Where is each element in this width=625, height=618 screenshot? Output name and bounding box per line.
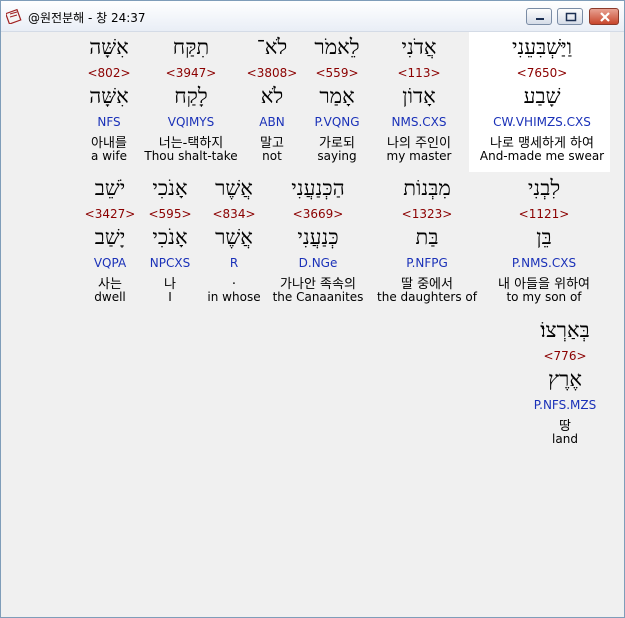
hebrew-root: אֶרֶץ: [548, 367, 582, 391]
english-gloss: I: [168, 290, 172, 304]
english-gloss: in whose: [207, 290, 261, 304]
parse-code: R: [229, 256, 239, 270]
hebrew-root: אָמַר: [319, 84, 355, 108]
parse-code: ABN: [259, 115, 285, 129]
strong-number: <113>: [397, 66, 441, 80]
hebrew-word: אִשָּׁה: [89, 35, 129, 59]
hebrew-word: תִקַּח: [172, 35, 210, 59]
hebrew-word: אֲדֹנִי: [401, 35, 437, 59]
english-gloss: a wife: [91, 149, 127, 163]
hebrew-word: בְּאַרְצוֹ׃: [540, 318, 590, 342]
korean-gloss: .: [231, 273, 237, 288]
close-icon: [600, 12, 610, 22]
parse-code: NFS: [97, 115, 121, 129]
hebrew-root: בֵּן: [536, 225, 552, 249]
title-bar[interactable]: @원전분해 - 창 24:37: [1, 1, 624, 32]
english-gloss: Thou shalt-take: [144, 149, 238, 163]
hebrew-word: לֹא־: [256, 35, 288, 59]
english-gloss: not: [262, 149, 282, 163]
hebrew-root: כְּנַעֲנִי: [297, 225, 339, 249]
parse-code: P.VQNG: [314, 115, 360, 129]
app-window: @원전분해 - 창 24:37 וַיַּשְׁבִּעֵנִי <7650> …: [0, 0, 625, 618]
minimize-button[interactable]: [526, 8, 552, 25]
parse-code: P.NFS.MZS: [533, 398, 597, 412]
minimize-icon: [536, 18, 544, 20]
strong-number: <802>: [87, 66, 131, 80]
hebrew-word: לִבְנִי: [527, 176, 561, 200]
hebrew-word: וַיַּשְׁבִּעֵנִי: [511, 35, 573, 59]
hebrew-root: שָׁבַע: [523, 84, 561, 108]
verse-analysis-panel[interactable]: וַיַּשְׁבִּעֵנִי <7650> שָׁבַע CW.VHIMZS…: [6, 32, 617, 610]
english-gloss: And-made me swear: [479, 149, 605, 163]
hebrew-root: אִשָּׁה: [89, 84, 129, 108]
strong-number: <1323>: [401, 207, 453, 221]
parse-code: CW.VHIMZS.CXS: [493, 115, 591, 129]
strong-number: <834>: [212, 207, 256, 221]
strong-number: <3808>: [246, 66, 298, 80]
parse-code: P.NFPG: [406, 256, 448, 270]
hebrew-root: אָנֹכִי: [152, 225, 188, 249]
strong-number: <776>: [543, 349, 587, 363]
hebrew-word: הַכְּנַעֲנִי: [291, 176, 345, 200]
hebrew-root: לָקַח: [174, 84, 208, 108]
hebrew-root: בַּת: [415, 225, 439, 249]
close-button[interactable]: [589, 8, 619, 25]
hebrew-root: אָדוֹן: [402, 84, 436, 108]
bible-app-icon: [6, 8, 22, 24]
hebrew-word: אָנֹכִי: [152, 176, 188, 200]
parse-code: VQPA: [93, 256, 127, 270]
hebrew-root: אֲשֶׁר: [215, 225, 253, 249]
english-gloss: the daughters of: [377, 290, 477, 304]
hebrew-word: לֵאמֹר: [314, 35, 360, 59]
english-gloss: to my son of: [506, 290, 582, 304]
parse-code: P.NMS.CXS: [511, 256, 577, 270]
english-gloss: saying: [317, 149, 357, 163]
hebrew-word: יֹשֵׁב: [94, 176, 126, 200]
english-gloss: land: [552, 432, 578, 446]
window-title: @원전분해 - 창 24:37: [28, 11, 146, 25]
hebrew-root: יָשַׁב: [94, 225, 126, 249]
strong-number: <595>: [148, 207, 192, 221]
parse-code: NPCXS: [149, 256, 191, 270]
hebrew-root: לֹא: [260, 84, 284, 108]
parse-code: D.NGe: [298, 256, 338, 270]
maximize-icon: [565, 12, 577, 22]
strong-number: <3427>: [84, 207, 136, 221]
strong-number: <3669>: [292, 207, 344, 221]
english-gloss: my master: [386, 149, 452, 163]
parse-code: VQIMYS: [167, 115, 215, 129]
strong-number: <559>: [315, 66, 359, 80]
english-gloss: the Canaanites: [272, 290, 364, 304]
hebrew-word: אֲשֶׁר: [215, 176, 253, 200]
parse-code: NMS.CXS: [391, 115, 447, 129]
english-gloss: dwell: [94, 290, 126, 304]
strong-number: <7650>: [516, 66, 568, 80]
strong-number: <3947>: [165, 66, 217, 80]
maximize-button[interactable]: [557, 8, 583, 25]
hebrew-word: מִבְּנוֹת: [403, 176, 451, 200]
strong-number: <1121>: [518, 207, 570, 221]
